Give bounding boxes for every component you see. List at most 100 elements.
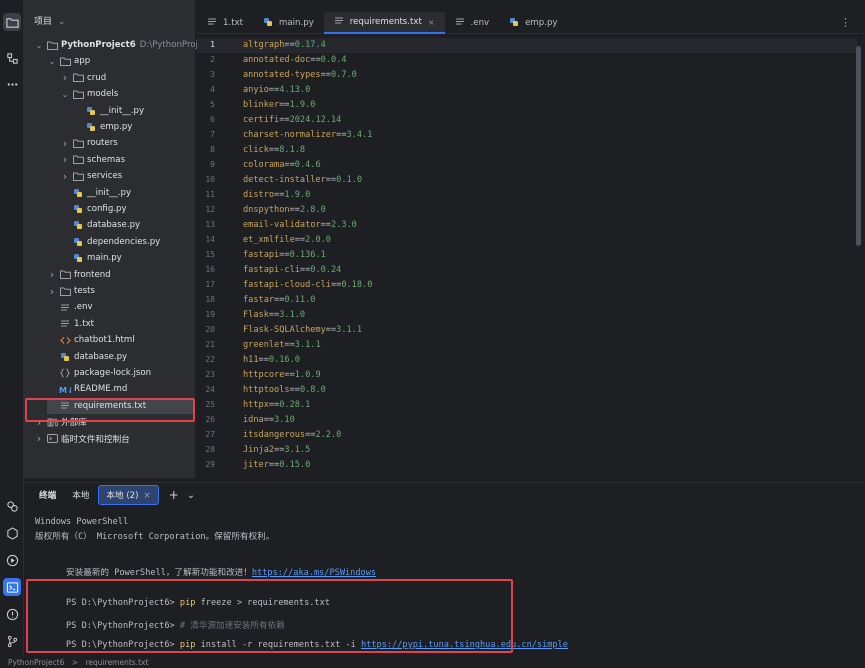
editor-tab[interactable]: emp.py xyxy=(499,12,567,34)
python-packages-icon[interactable] xyxy=(3,497,21,515)
line-number: 18 xyxy=(205,295,215,304)
tree-item[interactable]: ⌄ app xyxy=(47,53,91,69)
code-line: httpx==0.28.1 xyxy=(243,400,310,410)
code-line: idna==3.10 xyxy=(243,415,295,425)
line-number: 25 xyxy=(205,400,215,409)
editor-scrollbar[interactable] xyxy=(856,46,861,246)
editor-tab[interactable]: requirements.txt × xyxy=(323,12,445,34)
package-name: Flask-SQLAlchemy xyxy=(243,325,326,335)
tree-item[interactable]: database.py xyxy=(60,217,140,233)
tree-item[interactable]: emp.py xyxy=(73,119,132,135)
package-version: 2024.12.14 xyxy=(289,115,342,125)
tree-item[interactable]: ⌄ PythonProject6 D:\PythonProjec xyxy=(34,37,208,53)
editor-tab[interactable]: 1.txt xyxy=(197,12,253,34)
chevron-right-icon[interactable]: › xyxy=(60,153,70,166)
more-tools-icon[interactable] xyxy=(3,75,21,93)
folder-icon xyxy=(59,270,71,280)
tree-item[interactable]: › services xyxy=(60,168,122,184)
structure-tool-icon[interactable] xyxy=(3,49,21,67)
code-line: certifi==2024.12.14 xyxy=(243,115,341,125)
tree-item[interactable]: package-lock.json xyxy=(47,365,151,381)
editor-area: 1.txt main.py requirements.txt × .env emp.py … xyxy=(197,0,865,478)
line-number: 5 xyxy=(210,100,215,109)
code-line: email-validator==2.3.0 xyxy=(243,220,357,230)
tree-item[interactable]: ⌄ models xyxy=(60,86,119,102)
package-version: 0.0.4 xyxy=(320,55,347,65)
activity-bar xyxy=(0,0,24,668)
code-line: httpcore==1.0.9 xyxy=(243,370,321,380)
close-icon[interactable]: × xyxy=(144,491,151,501)
tree-item[interactable]: .env xyxy=(47,299,93,315)
package-name: annotated-types xyxy=(243,70,321,80)
tree-item[interactable]: › tests xyxy=(47,283,95,299)
code-line: greenlet==3.1.1 xyxy=(243,340,321,350)
package-name: blinker xyxy=(243,100,280,110)
chevron-right-icon[interactable]: › xyxy=(60,137,70,150)
project-header[interactable]: 项目 ⌄ xyxy=(34,14,65,27)
project-tool-icon[interactable] xyxy=(3,13,21,31)
tree-item[interactable]: 1.txt xyxy=(47,316,94,332)
tree-item[interactable]: › 临时文件和控制台 xyxy=(34,431,130,447)
more-options-icon[interactable]: ⋮ xyxy=(840,16,851,29)
new-terminal-button[interactable]: + xyxy=(169,488,179,502)
version-operator: == xyxy=(284,370,295,380)
version-operator: == xyxy=(320,220,331,230)
terminal-tab[interactable]: 本地 xyxy=(65,486,96,504)
version-operator: == xyxy=(325,175,337,185)
code-line: jiter==0.15.0 xyxy=(243,460,310,470)
chevron-right-icon[interactable]: › xyxy=(60,170,70,183)
tree-item-label: 1.txt xyxy=(74,318,95,329)
tree-item[interactable]: › schemas xyxy=(60,152,125,168)
run-icon[interactable] xyxy=(3,551,21,569)
tree-item[interactable]: __init__.py xyxy=(73,103,144,119)
package-name: click xyxy=(243,145,269,155)
tree-item[interactable]: M↓ README.md xyxy=(47,381,127,397)
tree-item[interactable]: › frontend xyxy=(47,267,111,283)
chevron-down-icon[interactable]: ⌄ xyxy=(47,57,57,66)
chevron-down-icon[interactable]: ⌄ xyxy=(34,41,44,50)
chevron-down-icon[interactable]: ⌄ xyxy=(60,90,70,99)
tree-item[interactable]: › routers xyxy=(60,135,118,151)
package-name: fastapi-cloud-cli xyxy=(243,280,331,290)
chevron-right-icon[interactable]: › xyxy=(47,268,57,281)
editor-tab[interactable]: .env xyxy=(445,12,500,34)
problems-icon[interactable] xyxy=(3,605,21,623)
chevron-right-icon[interactable]: › xyxy=(34,432,44,445)
services-icon[interactable] xyxy=(3,524,21,542)
version-operator: == xyxy=(268,460,280,470)
editor-tab[interactable]: main.py xyxy=(253,12,324,34)
line-number: 24 xyxy=(205,385,215,394)
tree-item[interactable]: dependencies.py xyxy=(60,234,160,250)
package-version: 8.1.8 xyxy=(279,145,306,155)
line-number: 16 xyxy=(205,265,215,274)
tree-item[interactable]: __init__.py xyxy=(60,185,131,201)
version-operator: == xyxy=(299,265,311,275)
code-editor[interactable]: 1 altgraph==0.17.4 2 annotated-doc==0.0.4 3 a… xyxy=(197,38,865,478)
python-file-icon xyxy=(72,253,84,263)
package-name: anyio xyxy=(243,85,269,95)
powershell-link[interactable]: https://aka.ms/PSWindows xyxy=(252,568,376,578)
terminal-tool-icon[interactable] xyxy=(3,578,21,596)
tree-item-label: __init__.py xyxy=(87,187,132,198)
chevron-right-icon[interactable]: › xyxy=(47,285,57,298)
git-icon[interactable] xyxy=(3,632,21,650)
chevron-right-icon[interactable]: › xyxy=(60,71,70,84)
breadcrumb-file[interactable]: requirements.txt xyxy=(86,658,149,667)
terminal-tab[interactable]: 本地 (2) × xyxy=(98,485,159,505)
tree-item[interactable]: database.py xyxy=(47,349,127,365)
package-name: certifi xyxy=(243,115,280,125)
package-name: colorama xyxy=(243,160,285,170)
breadcrumb-project[interactable]: PythonProject6 xyxy=(8,658,64,667)
code-line: Flask-SQLAlchemy==3.1.1 xyxy=(243,325,362,335)
version-operator: == xyxy=(325,325,337,335)
package-version: 0.17.4 xyxy=(294,40,326,50)
package-name: greenlet xyxy=(243,340,285,350)
chevron-down-icon[interactable]: ⌄ xyxy=(187,490,195,501)
line-number: 29 xyxy=(205,460,215,469)
tree-item[interactable]: config.py xyxy=(60,201,127,217)
close-icon[interactable]: × xyxy=(428,18,435,27)
tree-item[interactable]: main.py xyxy=(60,250,122,266)
version-operator: == xyxy=(263,415,275,425)
tree-item[interactable]: › crud xyxy=(60,70,106,86)
tree-item[interactable]: chatbot1.html xyxy=(47,332,135,348)
